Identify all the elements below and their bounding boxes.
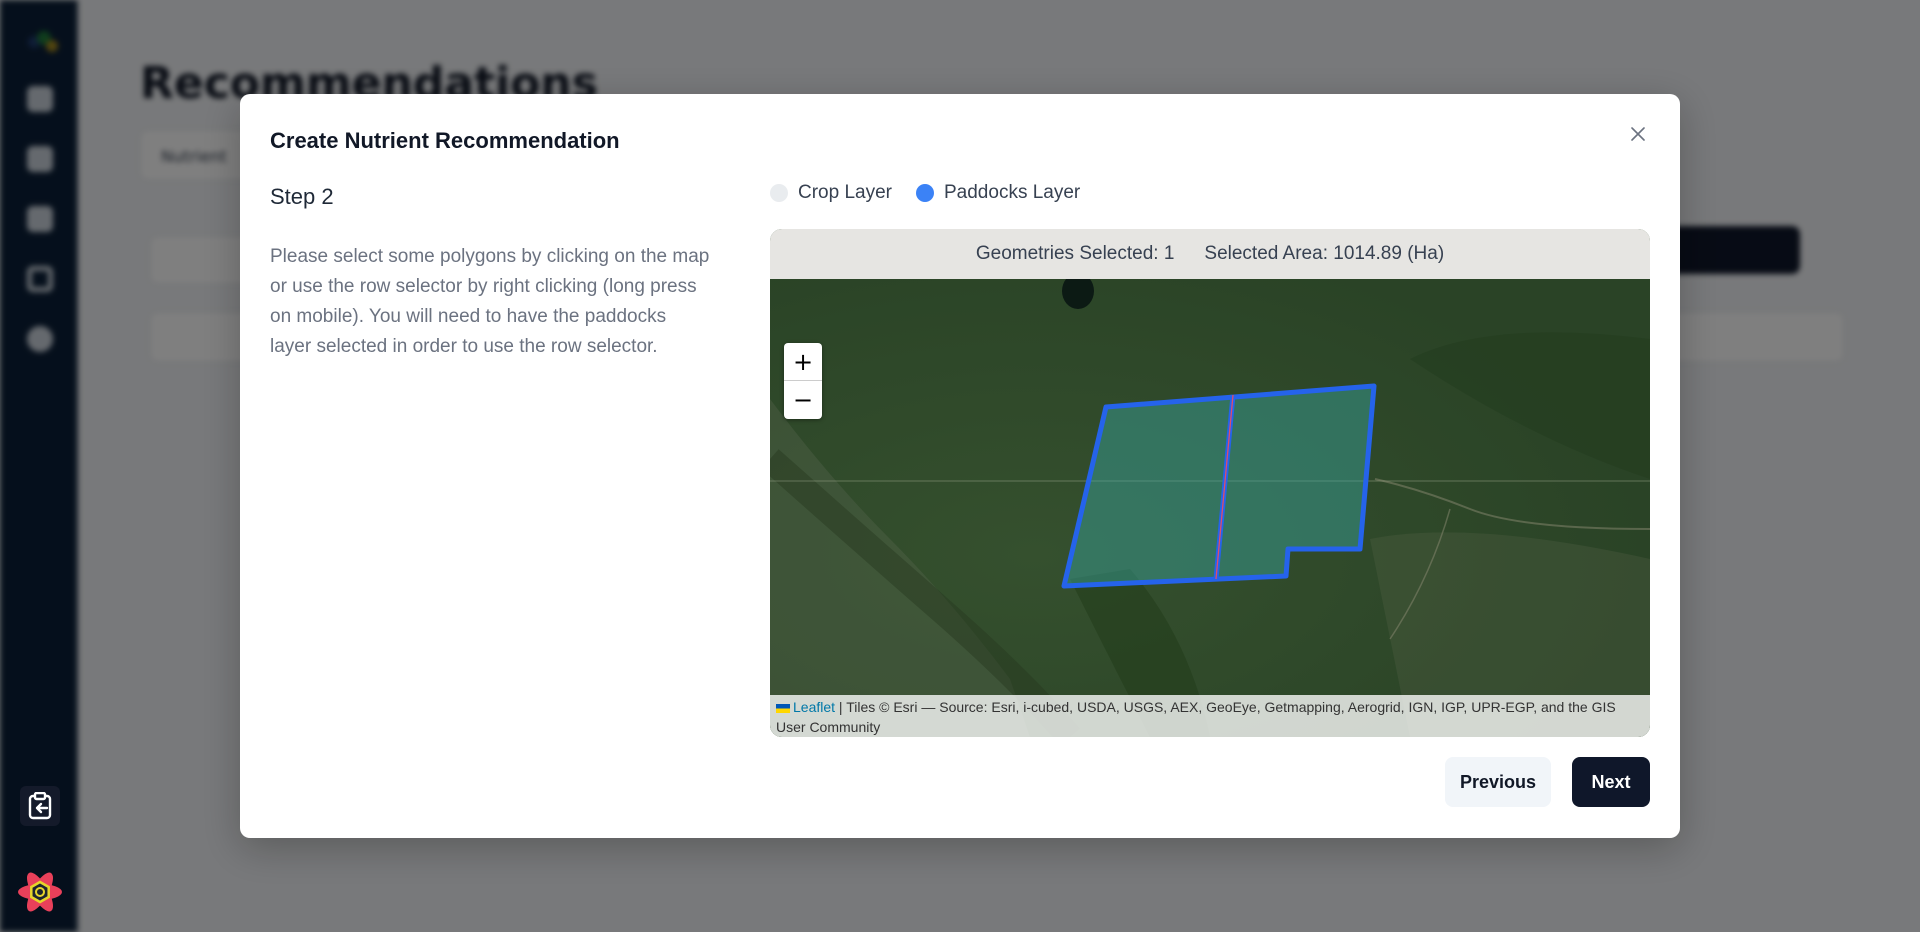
map-container: Geometries Selected: 1 Selected Area: 10… bbox=[770, 229, 1650, 737]
satellite-map[interactable] bbox=[770, 279, 1650, 737]
create-recommendation-modal: Create Nutrient Recommendation Step 2 Pl… bbox=[240, 94, 1680, 838]
layer-selector: Crop Layer Paddocks Layer bbox=[770, 182, 1094, 204]
zoom-control: + − bbox=[784, 343, 822, 419]
next-button[interactable]: Next bbox=[1572, 757, 1650, 807]
ukraine-flag-icon bbox=[776, 703, 790, 713]
close-button[interactable] bbox=[1626, 122, 1650, 146]
zoom-out-button[interactable]: − bbox=[784, 381, 822, 419]
zoom-in-button[interactable]: + bbox=[784, 343, 822, 381]
paddocks-layer-label[interactable]: Paddocks Layer bbox=[944, 182, 1080, 204]
step-description: Please select some polygons by clicking … bbox=[270, 246, 710, 357]
selected-area: Selected Area: 1014.89 (Ha) bbox=[1204, 243, 1445, 264]
attribution-text: | Tiles © Esri — Source: Esri, i-cubed, … bbox=[776, 699, 1616, 735]
map-canvas[interactable]: + − Leaflet | Tiles © Esri — Source: Esr… bbox=[770, 279, 1650, 737]
atom-logo-icon bbox=[18, 872, 62, 912]
paddocks-layer-radio[interactable] bbox=[916, 184, 934, 202]
import-button[interactable] bbox=[20, 786, 60, 826]
previous-button[interactable]: Previous bbox=[1445, 757, 1551, 807]
crop-layer-radio[interactable] bbox=[770, 184, 788, 202]
map-attribution: Leaflet | Tiles © Esri — Source: Esri, i… bbox=[770, 695, 1650, 737]
modal-title: Create Nutrient Recommendation bbox=[270, 128, 620, 153]
leaflet-link[interactable]: Leaflet bbox=[793, 699, 835, 715]
crop-layer-label[interactable]: Crop Layer bbox=[798, 182, 892, 204]
step-label: Step 2 bbox=[270, 184, 334, 209]
geometries-selected: Geometries Selected: 1 bbox=[975, 243, 1175, 264]
app: Recommendations Nutrient bbox=[0, 0, 1920, 932]
close-icon bbox=[1631, 127, 1645, 141]
selection-summary: Geometries Selected: 1 Selected Area: 10… bbox=[770, 229, 1650, 279]
clipboard-import-icon bbox=[28, 792, 52, 820]
